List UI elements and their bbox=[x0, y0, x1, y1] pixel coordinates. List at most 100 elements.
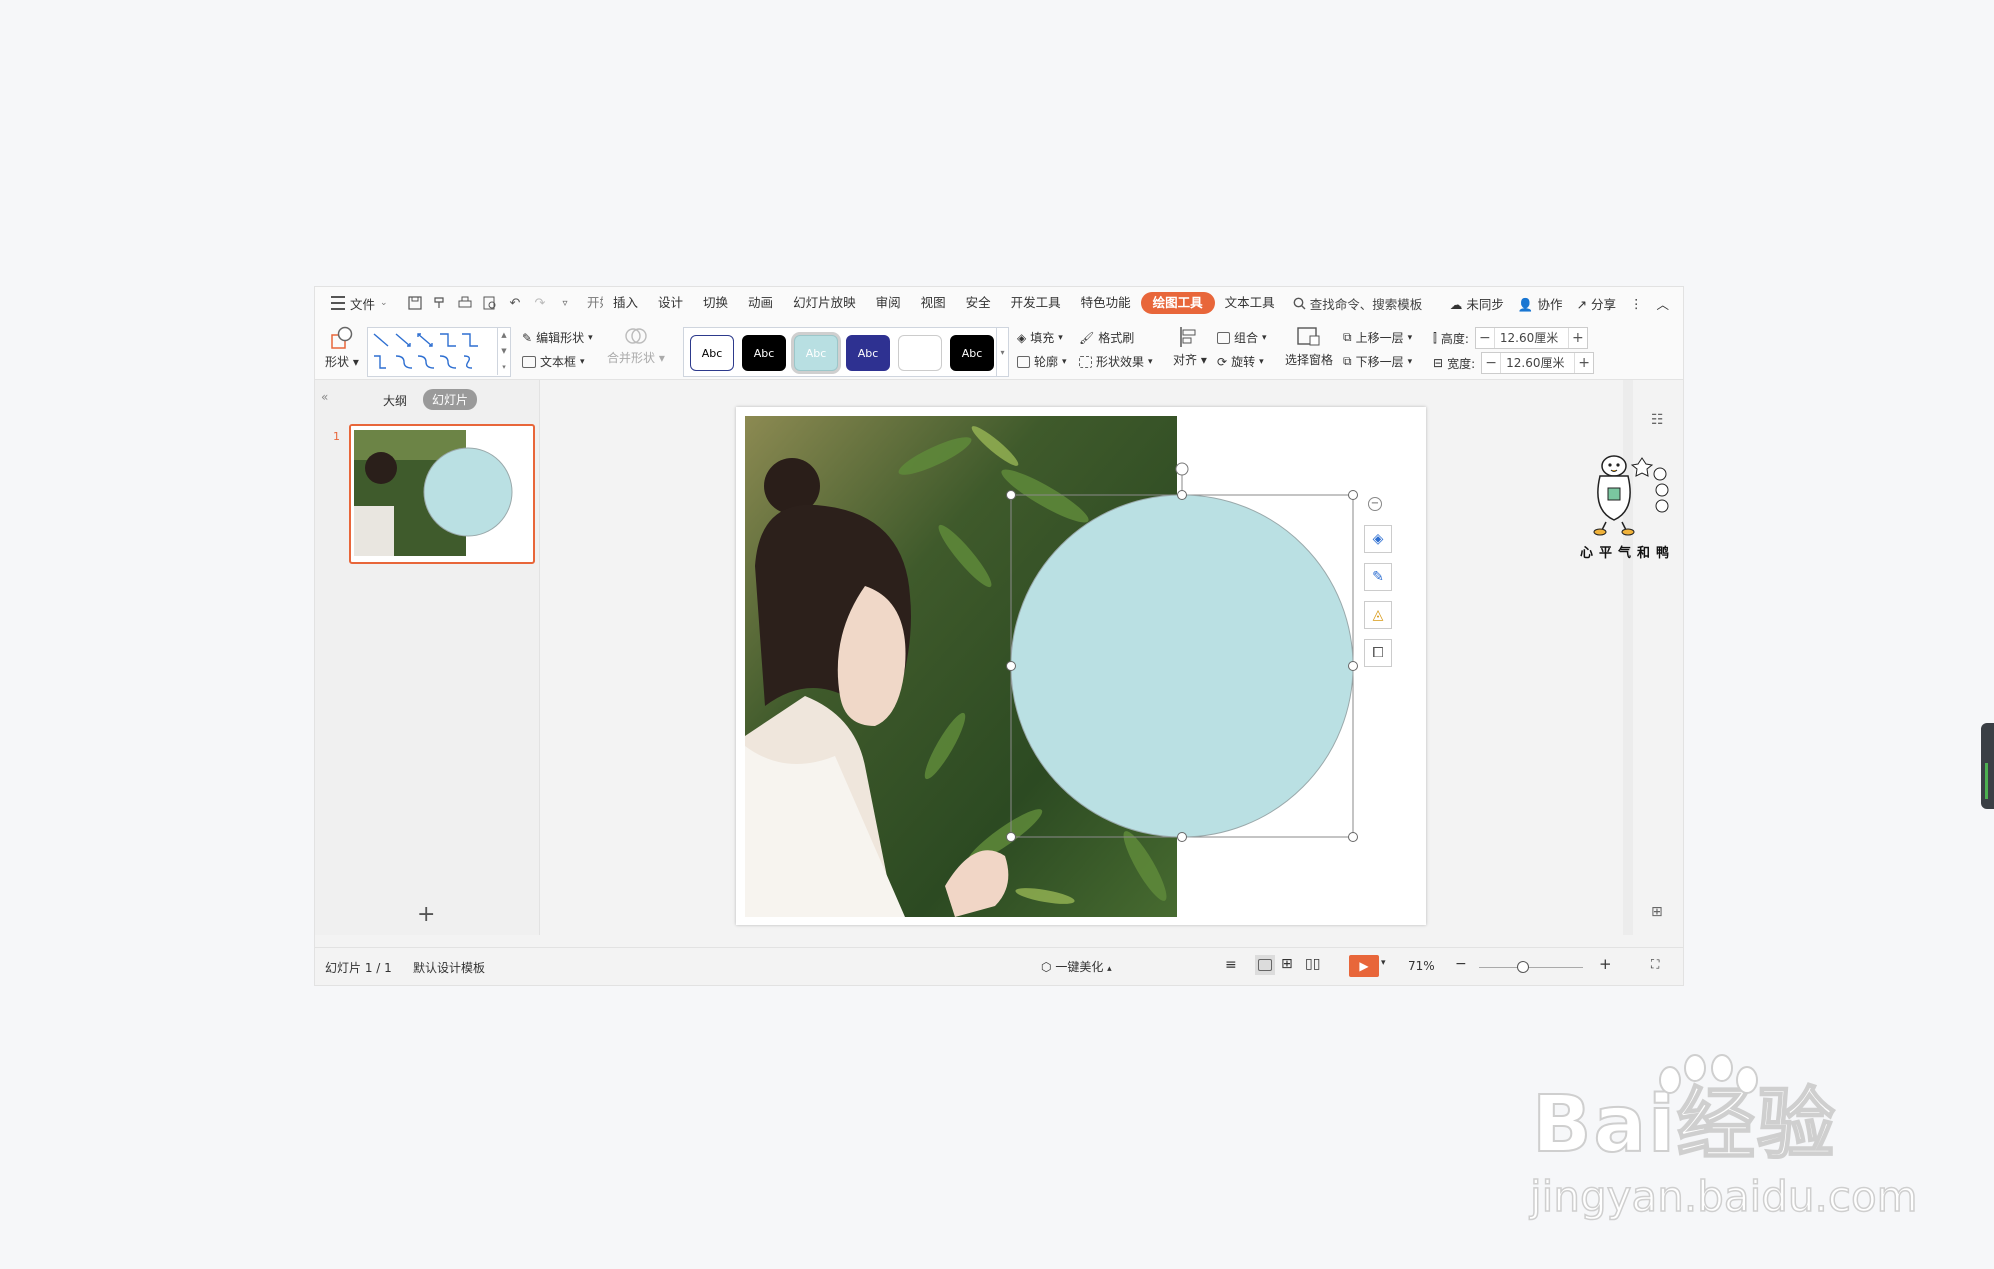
beautify-button[interactable]: ⬡ 一键美化 ▴ bbox=[1041, 958, 1112, 975]
save-icon[interactable] bbox=[407, 295, 423, 311]
tab-developer[interactable]: 开发工具 bbox=[1001, 292, 1071, 314]
height-input[interactable]: 12.60厘米 bbox=[1493, 328, 1569, 348]
share-button[interactable]: ↗ 分享 bbox=[1577, 294, 1616, 313]
outline-icon bbox=[1017, 355, 1030, 368]
sorter-view-icon[interactable]: ⊞ bbox=[1281, 956, 1293, 972]
tab-drawing-tools[interactable]: 绘图工具 bbox=[1140, 292, 1215, 314]
tab-features[interactable]: 特色功能 bbox=[1071, 292, 1141, 314]
fill-bucket-icon: ◈ bbox=[1017, 330, 1027, 345]
pen-icon[interactable]: ✎ bbox=[1364, 563, 1392, 591]
reading-view-icon[interactable]: ▯▯ bbox=[1305, 956, 1320, 972]
tab-animation[interactable]: 动画 bbox=[738, 292, 783, 314]
bring-forward-label: 上移一层 bbox=[1355, 331, 1404, 345]
edge-widget[interactable] bbox=[1981, 723, 1994, 809]
slide-canvas[interactable]: − ◈ ✎ ◬ ⧠ bbox=[736, 407, 1426, 925]
resize-handle[interactable] bbox=[1348, 832, 1358, 842]
add-slide-button[interactable]: + bbox=[417, 902, 435, 927]
resize-handle[interactable] bbox=[1348, 661, 1358, 671]
style-gallery-more[interactable]: ▾ bbox=[996, 328, 1008, 376]
slide-thumbnail[interactable] bbox=[349, 424, 535, 564]
height-increment-button[interactable]: + bbox=[1569, 330, 1587, 346]
command-search[interactable]: 查找命令、搜索模板 bbox=[1293, 294, 1422, 313]
send-backward-button[interactable]: ⧉ 下移一层 ▾ bbox=[1343, 353, 1412, 370]
tab-text-tools[interactable]: 文本工具 bbox=[1215, 292, 1285, 314]
template-name[interactable]: 默认设计模板 bbox=[413, 959, 485, 976]
customize-dropdown-icon[interactable]: ▿ bbox=[557, 295, 573, 311]
resize-handle[interactable] bbox=[1006, 832, 1016, 842]
tab-outline[interactable]: 大纲 bbox=[383, 392, 407, 409]
tab-design[interactable]: 设计 bbox=[648, 292, 693, 314]
collapse-float-toolbar-icon[interactable]: − bbox=[1368, 497, 1382, 511]
bring-forward-button[interactable]: ⧉ 上移一层 ▾ bbox=[1343, 329, 1412, 346]
outline-button[interactable]: 轮廓 ▾ bbox=[1017, 353, 1067, 370]
resize-handle[interactable] bbox=[1006, 661, 1016, 671]
undo-icon[interactable]: ↶ bbox=[507, 295, 523, 311]
tab-security[interactable]: 安全 bbox=[956, 292, 1001, 314]
play-slideshow-button[interactable]: ▶ bbox=[1349, 955, 1379, 977]
resize-handle[interactable] bbox=[1006, 490, 1016, 500]
height-decrement-button[interactable]: − bbox=[1476, 330, 1494, 346]
group-button[interactable]: 组合 ▾ bbox=[1217, 329, 1267, 346]
tab-view[interactable]: 视图 bbox=[911, 292, 956, 314]
style-swatch[interactable] bbox=[898, 335, 942, 371]
align-button[interactable]: 对齐 ▾ bbox=[1173, 325, 1207, 368]
grid-view-icon[interactable]: ⊞ bbox=[1651, 904, 1663, 920]
notes-icon[interactable]: ≡ bbox=[1225, 957, 1237, 973]
edit-shape-button[interactable]: ✎ 编辑形状 ▾ bbox=[522, 329, 593, 346]
format-brush-icon: 🖌 bbox=[1079, 330, 1095, 345]
fit-window-icon[interactable]: ⛶ bbox=[1651, 957, 1659, 972]
shape-effect-button[interactable]: 形状效果 ▾ bbox=[1079, 353, 1153, 370]
style-swatch[interactable]: Abc bbox=[742, 335, 786, 371]
redo-icon[interactable]: ↷ bbox=[532, 295, 548, 311]
sync-button[interactable]: ☁ 未同步 bbox=[1450, 294, 1504, 313]
zoom-in-button[interactable]: + bbox=[1599, 955, 1612, 973]
collapse-pane-icon[interactable]: « bbox=[321, 390, 328, 404]
crop-icon[interactable]: ⧠ bbox=[1364, 639, 1392, 667]
format-painter-button[interactable]: 🖌 格式刷 bbox=[1079, 329, 1134, 346]
line-shape-gallery[interactable] bbox=[367, 327, 511, 377]
width-decrement-button[interactable]: − bbox=[1482, 355, 1500, 371]
more-icon[interactable]: ⋮ bbox=[1630, 296, 1643, 311]
normal-view-button[interactable] bbox=[1255, 955, 1275, 975]
properties-icon[interactable]: ☷ bbox=[1651, 412, 1664, 428]
format-painter-icon[interactable] bbox=[432, 295, 448, 311]
selection-pane-button[interactable]: 选择窗格 bbox=[1285, 325, 1333, 368]
print-preview-icon[interactable] bbox=[482, 295, 498, 311]
zoom-level[interactable]: 71% bbox=[1408, 959, 1435, 973]
resize-handle[interactable] bbox=[1348, 490, 1358, 500]
tab-insert[interactable]: 插入 bbox=[603, 292, 648, 314]
zoom-slider[interactable] bbox=[1479, 967, 1583, 968]
rotate-handle[interactable] bbox=[1175, 462, 1189, 476]
circle-shape[interactable] bbox=[1010, 494, 1354, 838]
tab-slideshow[interactable]: 幻灯片放映 bbox=[783, 292, 866, 314]
width-input[interactable]: 12.60厘米 bbox=[1500, 353, 1576, 373]
tab-home[interactable]: 开始 bbox=[583, 292, 603, 314]
tab-transition[interactable]: 切换 bbox=[693, 292, 738, 314]
zoom-slider-thumb[interactable] bbox=[1517, 961, 1529, 973]
print-icon[interactable] bbox=[457, 295, 473, 311]
shape-button[interactable]: 形状 ▾ bbox=[325, 325, 359, 370]
layers-icon[interactable]: ◈ bbox=[1364, 525, 1392, 553]
width-increment-button[interactable]: + bbox=[1575, 355, 1593, 371]
collapse-ribbon-icon[interactable]: ︿ bbox=[1656, 294, 1669, 313]
gallery-scroll[interactable]: ▲ ▼ ▾ bbox=[497, 327, 510, 375]
fill-button[interactable]: ◈ 填充 ▾ bbox=[1017, 329, 1063, 346]
search-icon bbox=[1293, 297, 1306, 309]
style-swatch[interactable]: Abc bbox=[846, 335, 890, 371]
play-options-icon[interactable]: ▾ bbox=[1381, 958, 1386, 968]
style-swatch[interactable]: Abc bbox=[950, 335, 994, 371]
style-swatch[interactable]: Abc bbox=[690, 335, 734, 371]
zoom-out-button[interactable]: − bbox=[1455, 956, 1467, 972]
rotate-button[interactable]: ⟳ 旋转 ▾ bbox=[1217, 353, 1264, 370]
file-menu[interactable]: 文件 ⌄ bbox=[315, 294, 401, 313]
resize-handle[interactable] bbox=[1177, 490, 1187, 500]
tab-review[interactable]: 审阅 bbox=[866, 292, 911, 314]
tab-slides[interactable]: 幻灯片 bbox=[423, 389, 478, 410]
fill-bucket-icon[interactable]: ◬ bbox=[1364, 601, 1392, 629]
resize-handle[interactable] bbox=[1177, 832, 1187, 842]
textbox-button[interactable]: 文本框 ▾ bbox=[522, 353, 585, 370]
style-swatch-selected[interactable]: Abc bbox=[794, 335, 838, 371]
collab-button[interactable]: 👤 协作 bbox=[1518, 294, 1563, 313]
merge-shape-button[interactable]: 合并形状 ▾ bbox=[607, 325, 665, 366]
shape-selection-layer bbox=[1006, 462, 1358, 842]
